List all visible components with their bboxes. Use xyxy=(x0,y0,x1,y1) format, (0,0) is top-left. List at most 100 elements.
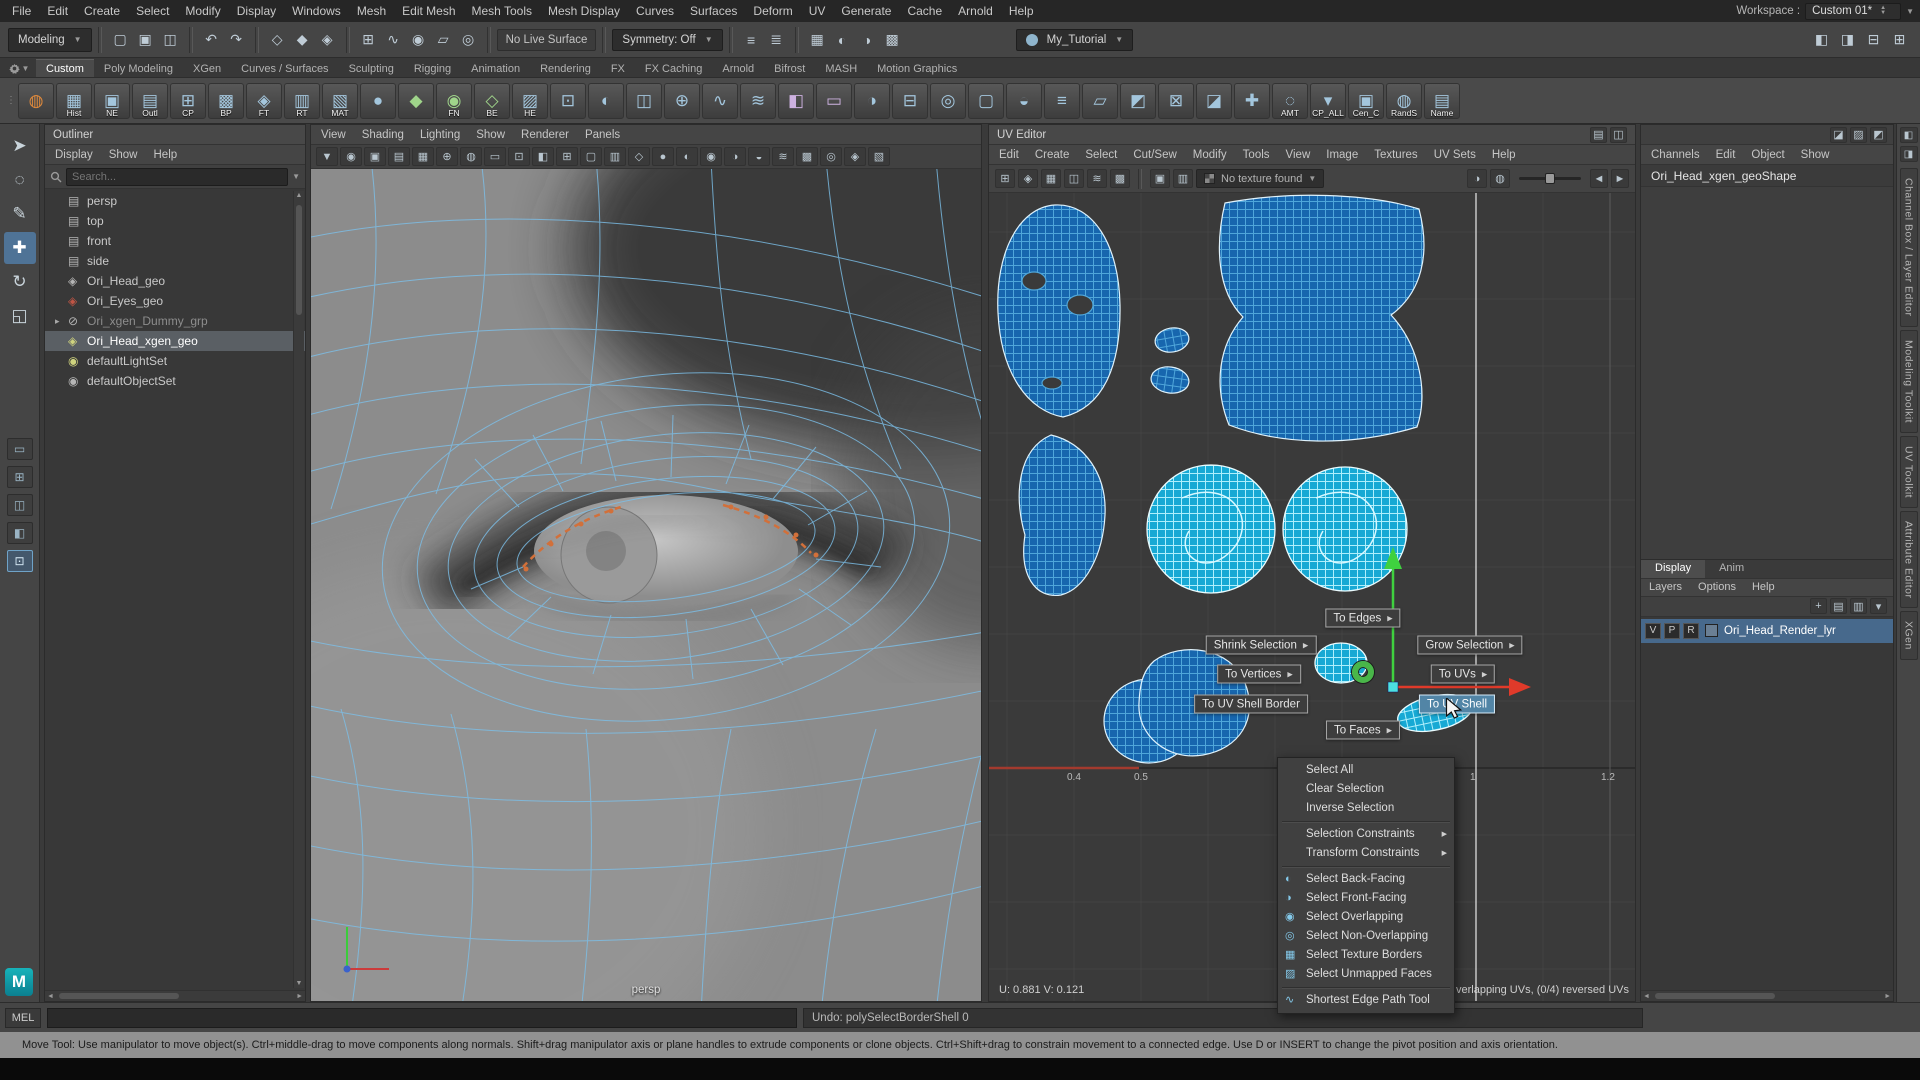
menu-item[interactable]: Help xyxy=(1744,581,1783,593)
menu-item[interactable]: Panels xyxy=(577,129,628,141)
toggle-attribute-editor-icon[interactable]: ◧ xyxy=(1809,27,1834,52)
menu-item[interactable]: Surfaces xyxy=(682,4,745,18)
undo-icon[interactable]: ↶ xyxy=(199,27,224,52)
distortion-display-icon[interactable]: ≋ xyxy=(1087,169,1107,188)
paint-select-tool[interactable]: ✎ xyxy=(4,198,36,230)
menu-item[interactable]: Show xyxy=(1793,149,1838,161)
shelf-tab[interactable]: Animation xyxy=(461,60,530,77)
shelf-button[interactable]: ◑ xyxy=(854,83,890,119)
chevron-down-icon[interactable]: ▼ xyxy=(292,172,300,181)
checker-display-icon[interactable]: ▩ xyxy=(1110,169,1130,188)
context-menu-item[interactable]: Clear Selection xyxy=(1278,780,1454,799)
camera-attributes-icon[interactable]: ▣ xyxy=(364,147,386,166)
shelf-button[interactable]: ✚ xyxy=(1234,83,1270,119)
dim-image-icon[interactable]: ◑ xyxy=(1467,169,1487,188)
shelf-button[interactable]: ◒ xyxy=(1006,83,1042,119)
shelf-button[interactable]: ◩ xyxy=(1120,83,1156,119)
shelf-button[interactable]: ◎ xyxy=(930,83,966,119)
shelf-button[interactable]: ▱ xyxy=(1082,83,1118,119)
scroll-right-icon[interactable]: ► xyxy=(1884,991,1891,1001)
outliner-item[interactable]: ◈ Ori_Eyes_geo xyxy=(45,291,305,311)
menu-item[interactable]: Curves xyxy=(628,4,682,18)
menu-item[interactable]: Renderer xyxy=(513,129,577,141)
menu-item[interactable]: Create xyxy=(1027,149,1078,161)
new-empty-layer-icon[interactable]: + xyxy=(1810,598,1827,614)
snap-to-point-icon[interactable]: ◉ xyxy=(406,27,431,52)
outliner-vscrollbar[interactable]: ▲ ▼ xyxy=(293,191,304,988)
menu-item[interactable]: Lighting xyxy=(412,129,468,141)
scrollbar-thumb[interactable] xyxy=(1655,993,1775,999)
layer-editor-tab[interactable]: Display xyxy=(1641,560,1705,578)
save-scene-icon[interactable]: ◫ xyxy=(158,27,183,52)
sidebar-vertical-tab[interactable]: Channel Box / Layer Editor xyxy=(1900,168,1918,327)
depth-of-field-icon[interactable]: ◎ xyxy=(820,147,842,166)
render-settings-icon[interactable]: ▩ xyxy=(880,27,905,52)
oversampling-icon[interactable]: ◍ xyxy=(460,147,482,166)
toggle-modeling-toolkit-icon[interactable]: ⊞ xyxy=(1887,27,1912,52)
scroll-down-icon[interactable]: ▼ xyxy=(294,980,304,987)
menu-item[interactable]: UV xyxy=(801,4,834,18)
sidebar-vertical-tab[interactable]: Attribute Editor xyxy=(1900,511,1918,608)
shade-uvs-icon[interactable]: ▦ xyxy=(1041,169,1061,188)
speed-ramp-icon[interactable]: ▨ xyxy=(1850,127,1867,143)
shelf-button[interactable]: ▣ Cen_C xyxy=(1348,83,1384,119)
marking-menu-to-uvs[interactable]: To UVs▶ xyxy=(1431,665,1495,684)
marking-menu-to-faces[interactable]: To Faces▶ xyxy=(1326,721,1400,740)
use-all-lights-icon[interactable]: ◉ xyxy=(700,147,722,166)
open-scene-icon[interactable]: ▣ xyxy=(133,27,158,52)
show-manipulators-icon[interactable]: ◪ xyxy=(1830,127,1847,143)
workspace-switcher[interactable]: Workspace : Custom 01* ▲▼ ▼ xyxy=(1736,0,1920,22)
menu-item[interactable]: Mesh Display xyxy=(540,4,628,18)
context-menu-item[interactable]: ◎ Select Non-Overlapping xyxy=(1278,927,1454,946)
gate-mask-icon[interactable]: ◧ xyxy=(532,147,554,166)
field-chart-icon[interactable]: ⊞ xyxy=(556,147,578,166)
outliner-item[interactable]: ▤ persp xyxy=(45,191,305,211)
panel-dock-icon[interactable]: ◨ xyxy=(1900,146,1918,162)
menu-item[interactable]: File xyxy=(4,4,39,18)
render-current-frame-icon[interactable]: ◐ xyxy=(830,27,855,52)
shelf-button[interactable]: ◫ xyxy=(626,83,662,119)
image-ratio-icon[interactable]: ▥ xyxy=(1173,169,1193,188)
shelf-tab[interactable]: FX xyxy=(601,60,635,77)
no-live-surface-button[interactable]: No Live Surface xyxy=(497,29,597,51)
scroll-left-icon[interactable]: ◄ xyxy=(1643,991,1650,1001)
menu-item[interactable]: Arnold xyxy=(950,4,1001,18)
menu-item[interactable]: Tools xyxy=(1235,149,1278,161)
open-render-view-icon[interactable]: ▦ xyxy=(805,27,830,52)
menu-item[interactable]: Options xyxy=(1690,581,1744,593)
context-menu-item[interactable]: Inverse Selection xyxy=(1278,799,1454,818)
menu-item[interactable]: Channels xyxy=(1643,149,1708,161)
menu-item[interactable]: Show xyxy=(468,129,513,141)
context-menu-item[interactable]: ◉ Select Overlapping xyxy=(1278,908,1454,927)
shelf-button[interactable]: ⊕ xyxy=(664,83,700,119)
four-pane-layout-button[interactable]: ⊞ xyxy=(7,466,33,488)
menu-item[interactable]: Help xyxy=(1001,4,1042,18)
layer-editor-tab[interactable]: Anim xyxy=(1705,560,1758,578)
scale-tool[interactable]: ◱ xyxy=(4,300,36,332)
scrollbar-thumb[interactable] xyxy=(296,205,302,315)
shelf-button[interactable]: ⊟ xyxy=(892,83,928,119)
outliner-item[interactable]: ◉ defaultObjectSet xyxy=(45,371,305,391)
shelf-handle[interactable]: ⋮⋮ xyxy=(6,95,16,106)
shelf-button[interactable]: ◪ xyxy=(1196,83,1232,119)
outliner-item[interactable]: ▤ front xyxy=(45,231,305,251)
shelf-button[interactable]: ◍ RandS xyxy=(1386,83,1422,119)
layer-sort-icon[interactable]: ▾ xyxy=(1870,598,1887,614)
shelf-button[interactable]: ◇ BE xyxy=(474,83,510,119)
context-menu-item[interactable]: ∿ Shortest Edge Path Tool xyxy=(1278,991,1454,1010)
menu-item[interactable]: View xyxy=(1278,149,1319,161)
uv-snapshot-icon[interactable]: ◫ xyxy=(1610,127,1627,143)
menu-item[interactable]: Edit xyxy=(991,149,1027,161)
redo-icon[interactable]: ↷ xyxy=(224,27,249,52)
textured-display-icon[interactable]: ◐ xyxy=(676,147,698,166)
outliner-hscrollbar[interactable]: ◄ ► xyxy=(45,990,305,1001)
scroll-right-icon[interactable]: ► xyxy=(296,991,303,1001)
menu-item[interactable]: Image xyxy=(1318,149,1366,161)
ipr-render-icon[interactable]: ◑ xyxy=(855,27,880,52)
menu-item[interactable]: Textures xyxy=(1366,149,1425,161)
isolate-select-icon[interactable]: ◈ xyxy=(844,147,866,166)
workspace-dock-icon[interactable]: ◧ xyxy=(1900,127,1918,143)
scroll-up-icon[interactable]: ▲ xyxy=(294,192,304,199)
menu-item[interactable]: Display xyxy=(229,4,284,18)
shelf-button[interactable]: ▥ RT xyxy=(284,83,320,119)
